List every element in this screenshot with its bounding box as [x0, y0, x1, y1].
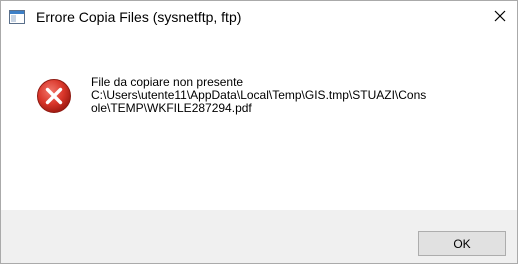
- ok-button[interactable]: OK: [418, 231, 506, 256]
- error-message: File da copiare non presente C:\Users\ut…: [91, 76, 511, 115]
- title-bar: Errore Copia Files (sysnetftp, ftp): [1, 1, 517, 34]
- message-line-3: ole\TEMP\WKFILE287294.pdf: [91, 101, 252, 115]
- error-dialog: Errore Copia Files (sysnetftp, ftp) File…: [0, 0, 518, 264]
- window-title: Errore Copia Files (sysnetftp, ftp): [36, 9, 242, 25]
- application-window-icon: [9, 9, 25, 25]
- dialog-footer: OK: [1, 210, 517, 263]
- error-icon: [36, 78, 72, 114]
- close-icon: [494, 9, 506, 27]
- close-button[interactable]: [483, 1, 517, 34]
- dialog-content: File da copiare non presente C:\Users\ut…: [1, 34, 517, 210]
